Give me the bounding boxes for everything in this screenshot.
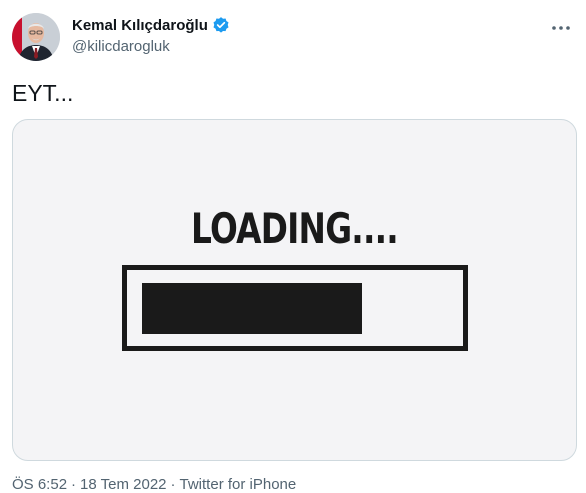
author-handle[interactable]: @kilicdarogluk [72,38,170,55]
loading-label: LOADING.... [191,204,399,253]
tweet-media-image[interactable]: LOADING.... [12,119,577,461]
tweet-text: EYT... [12,80,74,106]
loading-bar [122,265,468,351]
author-name-row[interactable]: Kemal Kılıçdaroğlu [72,16,230,34]
loading-bar-fill [142,283,362,334]
verified-badge-icon [212,16,230,34]
author-display-name[interactable]: Kemal Kılıçdaroğlu [72,17,208,34]
avatar-image [12,13,60,61]
more-options-icon[interactable] [544,14,578,42]
author-avatar[interactable] [12,13,60,61]
